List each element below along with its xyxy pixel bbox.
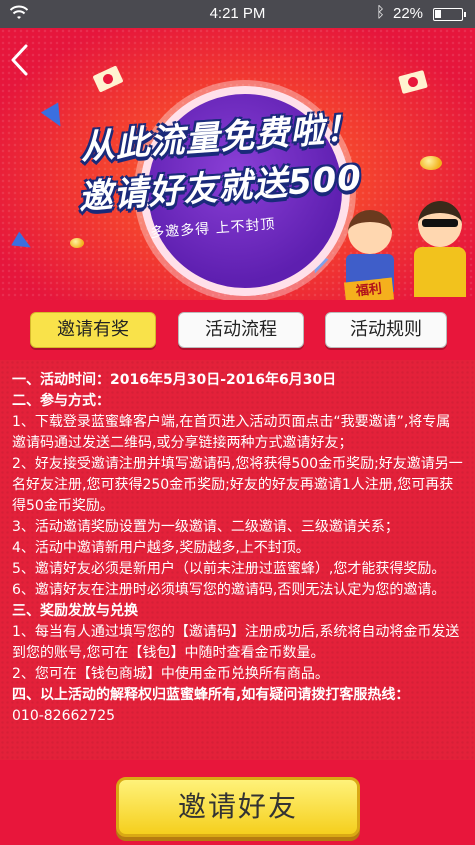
rule-item: 010-82662725 [12,708,116,724]
tab-invite-reward[interactable]: 邀请有奖 [30,312,156,348]
tab-bar: 邀请有奖 活动流程 活动规则 [0,300,475,360]
rule-item: 4、活动中邀请新用户越多,奖励越多,上不封顶。 [12,540,310,556]
coin-icon [420,156,442,170]
section-heading: 二、参与方式： [12,393,110,409]
status-bar: 4:21 PM ᛒ 22% [0,0,475,28]
coin-icon [70,238,84,248]
rule-item: 5、邀请好友必须是新用户（以前未注册过蓝蜜蜂）,您才能获得奖励。 [12,561,446,577]
cta-area: 邀请好友 [0,760,475,845]
character-illustration [410,193,470,298]
invite-friends-button[interactable]: 邀请好友 [116,777,360,837]
section-heading: 一、活动时间：2016年5月30日-2016年6月30日 [12,372,337,388]
tab-activity-rules[interactable]: 活动规则 [325,312,447,348]
battery-icon [433,8,466,21]
welfare-sign: 福利 [343,277,395,300]
section-heading: 四、以上活动的解释权归蓝蜜蜂所有,如有疑问请拨打客服热线： [12,687,410,703]
back-button[interactable] [8,42,42,82]
rule-item: 1、下载登录蓝蜜蜂客户端,在首页进入活动页面点击“我要邀请”,将专属邀请码通过发… [12,414,451,451]
chevron-left-icon [11,44,28,76]
tab-activity-process[interactable]: 活动流程 [178,312,304,348]
bluetooth-icon: ᛒ [376,4,386,21]
rule-item: 6、邀请好友在注册时必须填写您的邀请码,否则无法认定为您的邀请。 [12,582,446,598]
rule-item: 2、您可在【钱包商城】中使用金币兑换所有商品。 [12,666,329,682]
section-heading: 三、奖励发放与兑换 [12,603,138,619]
battery-percent: 22% [393,5,424,22]
promo-banner: 从此流量免费啦！ 邀请好友就送500 多邀多得 上不封顶 福利 [0,28,475,300]
battery-level [435,10,441,18]
rule-item: 3、活动邀请奖励设置为一级邀请、二级邀请、三级邀请关系； [12,519,399,535]
rule-item: 1、每当有人通过填写您的【邀请码】注册成功后,系统将自动将金币发送到您的账号,您… [12,624,460,661]
rule-item: 2、好友接受邀请注册并填写邀请码,您将获得500金币奖励;好友邀请另一名好友注册… [12,456,463,514]
rules-content: 一、活动时间：2016年5月30日-2016年6月30日 二、参与方式： 1、下载登… [0,360,475,760]
